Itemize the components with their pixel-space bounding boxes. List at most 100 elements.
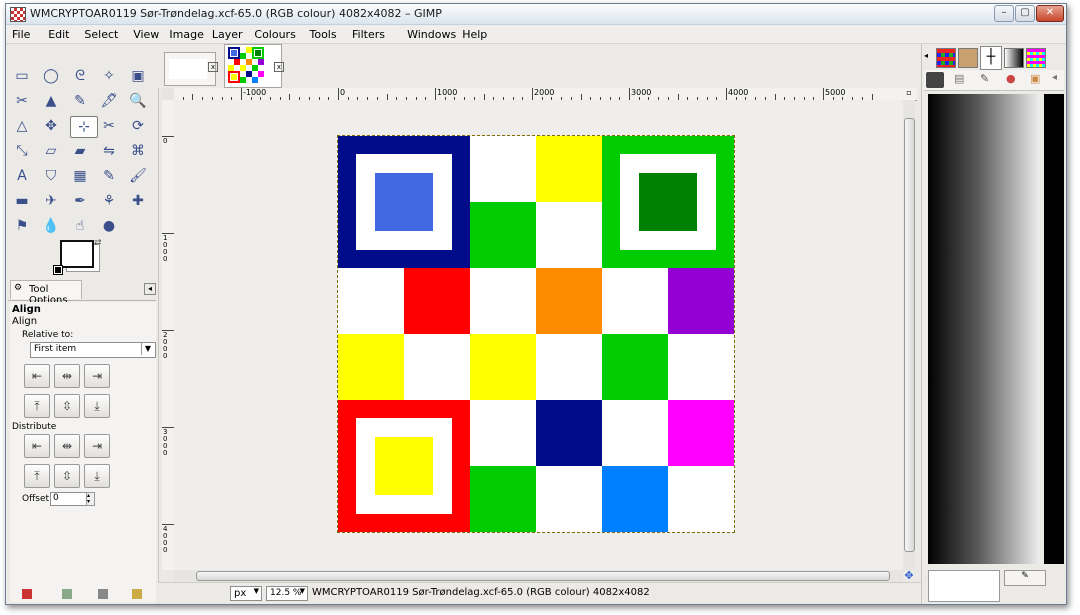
menu-help[interactable]: Help xyxy=(462,28,487,41)
distribute-center-button[interactable]: ⇹ xyxy=(54,434,80,458)
perspective-icon[interactable]: ▰ xyxy=(70,141,90,161)
pencil-icon[interactable]: ✎ xyxy=(99,166,119,186)
clone-icon[interactable]: ⚘ xyxy=(99,191,119,211)
menu-view[interactable]: View xyxy=(133,28,159,41)
close-tab-icon[interactable]: x xyxy=(274,62,284,72)
restore-options-icon[interactable] xyxy=(62,589,72,599)
align-left-button[interactable]: ⇤ xyxy=(24,364,50,388)
move-icon[interactable]: ✥ xyxy=(41,116,61,136)
tab-tool-options[interactable]: ⚙ Tool Options xyxy=(10,280,82,306)
cage-icon[interactable]: ⌘ xyxy=(128,141,148,161)
menu-filters[interactable]: Filters xyxy=(352,28,385,41)
align-bottom-button[interactable]: ⤓ xyxy=(84,394,110,418)
crop-icon[interactable]: ✂ xyxy=(99,116,119,136)
menu-image[interactable]: Image xyxy=(169,28,203,41)
delete-options-icon[interactable] xyxy=(98,589,108,599)
scale-icon[interactable]: ⤡ xyxy=(12,141,32,161)
zoom-icon[interactable]: 🔍 xyxy=(128,91,148,111)
fonts-tab-icon[interactable]: ┼ xyxy=(980,46,1002,70)
configure-dock-icon[interactable]: ◂ xyxy=(1052,72,1057,83)
align-icon[interactable]: ⊹ xyxy=(70,116,98,138)
distribute-left-button[interactable]: ⇤ xyxy=(24,434,50,458)
histogram-tab-icon[interactable]: ▣ xyxy=(1030,72,1040,85)
gradients-tab-icon[interactable] xyxy=(1004,48,1024,68)
relative-to-select[interactable]: First item ▼ xyxy=(30,342,156,358)
maximize-button[interactable]: ▢ xyxy=(1015,5,1035,22)
distribute-top-button[interactable]: ⤒ xyxy=(24,464,50,488)
unit-select[interactable]: px ▼ xyxy=(230,586,262,601)
distribute-right-button[interactable]: ⇥ xyxy=(84,434,110,458)
brushes-tab-icon[interactable] xyxy=(958,48,978,68)
offset-stepper[interactable]: ▴ ▾ xyxy=(86,492,95,506)
menu-select[interactable]: Select xyxy=(84,28,118,41)
ink-icon[interactable]: ✒ xyxy=(70,191,90,211)
palettes-tab-icon[interactable] xyxy=(1026,48,1046,68)
menu-windows[interactable]: Windows xyxy=(407,28,456,41)
brush-preview[interactable] xyxy=(928,570,1000,602)
align-top-button[interactable]: ⤒ xyxy=(24,394,50,418)
dodge-burn-icon[interactable]: ● xyxy=(99,216,119,236)
rect-select-icon[interactable]: ▭ xyxy=(12,66,32,86)
smudge-icon[interactable]: ☝ xyxy=(70,216,90,236)
menu-edit[interactable]: Edit xyxy=(48,28,69,41)
toolbox-panel: ▭ ◯ ᘓ ✧ ▣ ✂ ▲ ✎ 🖋 🔍 △ ✥ ⊹ ✂ ⟳ ⤡ ▱ ▰ ⇋ ⌘ A ⛉ ▦ ✎ 🖌 ▬ ✈ ✒ ⚘ ✚ ⚑ 💧 ☝ ● ⇄ ⚙ T… xyxy=(6,44,159,604)
navigate-icon[interactable]: ✥ xyxy=(903,570,915,582)
channels-tab-icon[interactable]: ▤ xyxy=(954,72,964,85)
edit-brush-button[interactable]: ✎ xyxy=(1004,570,1046,586)
menu-colours[interactable]: Colours xyxy=(254,28,295,41)
align-middle-button[interactable]: ⇳ xyxy=(54,394,80,418)
image-canvas[interactable] xyxy=(337,135,735,533)
canvas-area[interactable] xyxy=(174,100,903,570)
ellipse-select-icon[interactable]: ◯ xyxy=(41,66,61,86)
align-center-button[interactable]: ⇹ xyxy=(54,364,80,388)
close-button[interactable]: ✕ xyxy=(1036,5,1064,22)
shear-icon[interactable]: ▱ xyxy=(41,141,61,161)
color-picker-icon[interactable]: 🖋 xyxy=(99,91,119,111)
foreground-color-swatch[interactable] xyxy=(60,240,94,268)
align-right-button[interactable]: ⇥ xyxy=(84,364,110,388)
save-options-icon[interactable] xyxy=(22,589,32,599)
vertical-scrollbar[interactable] xyxy=(903,100,915,570)
foreground-select-icon[interactable]: ▲ xyxy=(41,91,61,111)
blend-icon[interactable]: ▦ xyxy=(70,166,90,186)
eraser-icon[interactable]: ▬ xyxy=(12,191,32,211)
paths-tab-icon[interactable]: ✎ xyxy=(980,72,989,85)
heal-icon[interactable]: ✚ xyxy=(128,191,148,211)
layers-tab-icon[interactable] xyxy=(926,72,944,88)
color-select-icon[interactable]: ▣ xyxy=(128,66,148,86)
default-colors-icon[interactable] xyxy=(53,265,63,275)
scissors-icon[interactable]: ✂ xyxy=(12,91,32,111)
zoom-to-fit-icon[interactable]: ▫ xyxy=(903,88,915,100)
dock-menu-icon[interactable]: ◂ xyxy=(924,51,928,60)
distribute-middle-button[interactable]: ⇳ xyxy=(54,464,80,488)
colormap-tab-icon[interactable]: ● xyxy=(1006,72,1016,85)
perspective-clone-icon[interactable]: ⚑ xyxy=(12,216,32,236)
offset-spinbox[interactable]: 0 xyxy=(50,492,88,506)
rotate-icon[interactable]: ⟳ xyxy=(128,116,148,136)
zoom-select[interactable]: 12.5 % ▼ xyxy=(266,586,308,601)
distribute-bottom-button[interactable]: ⤓ xyxy=(84,464,110,488)
patterns-tab-icon[interactable] xyxy=(936,48,956,68)
horizontal-scroll-thumb[interactable] xyxy=(196,571,890,581)
fuzzy-select-icon[interactable]: ✧ xyxy=(99,66,119,86)
menu-tools[interactable]: Tools xyxy=(310,28,337,41)
horizontal-scrollbar[interactable] xyxy=(174,570,903,582)
vertical-scroll-thumb[interactable] xyxy=(904,118,915,552)
paths-icon[interactable]: ✎ xyxy=(70,91,90,111)
blur-icon[interactable]: 💧 xyxy=(41,216,61,236)
paintbrush-icon[interactable]: 🖌 xyxy=(128,166,148,186)
close-tab-icon[interactable]: x xyxy=(208,62,218,72)
menu-file[interactable]: File xyxy=(12,28,30,41)
free-select-icon[interactable]: ᘓ xyxy=(70,66,90,86)
airbrush-icon[interactable]: ✈ xyxy=(41,191,61,211)
reset-options-icon[interactable] xyxy=(132,589,142,599)
swap-colors-icon[interactable]: ⇄ xyxy=(94,238,102,248)
measure-icon[interactable]: △ xyxy=(12,116,32,136)
dock-tabbar-bottom: ▤ ✎ ● ▣ ◂ xyxy=(924,70,1064,91)
minimize-button[interactable]: – xyxy=(994,5,1014,22)
menu-layer[interactable]: Layer xyxy=(212,28,243,41)
bucket-fill-icon[interactable]: ⛉ xyxy=(41,166,61,186)
text-icon[interactable]: A xyxy=(12,166,32,186)
configure-tab-icon[interactable]: ◂ xyxy=(144,283,156,295)
flip-icon[interactable]: ⇋ xyxy=(99,141,119,161)
